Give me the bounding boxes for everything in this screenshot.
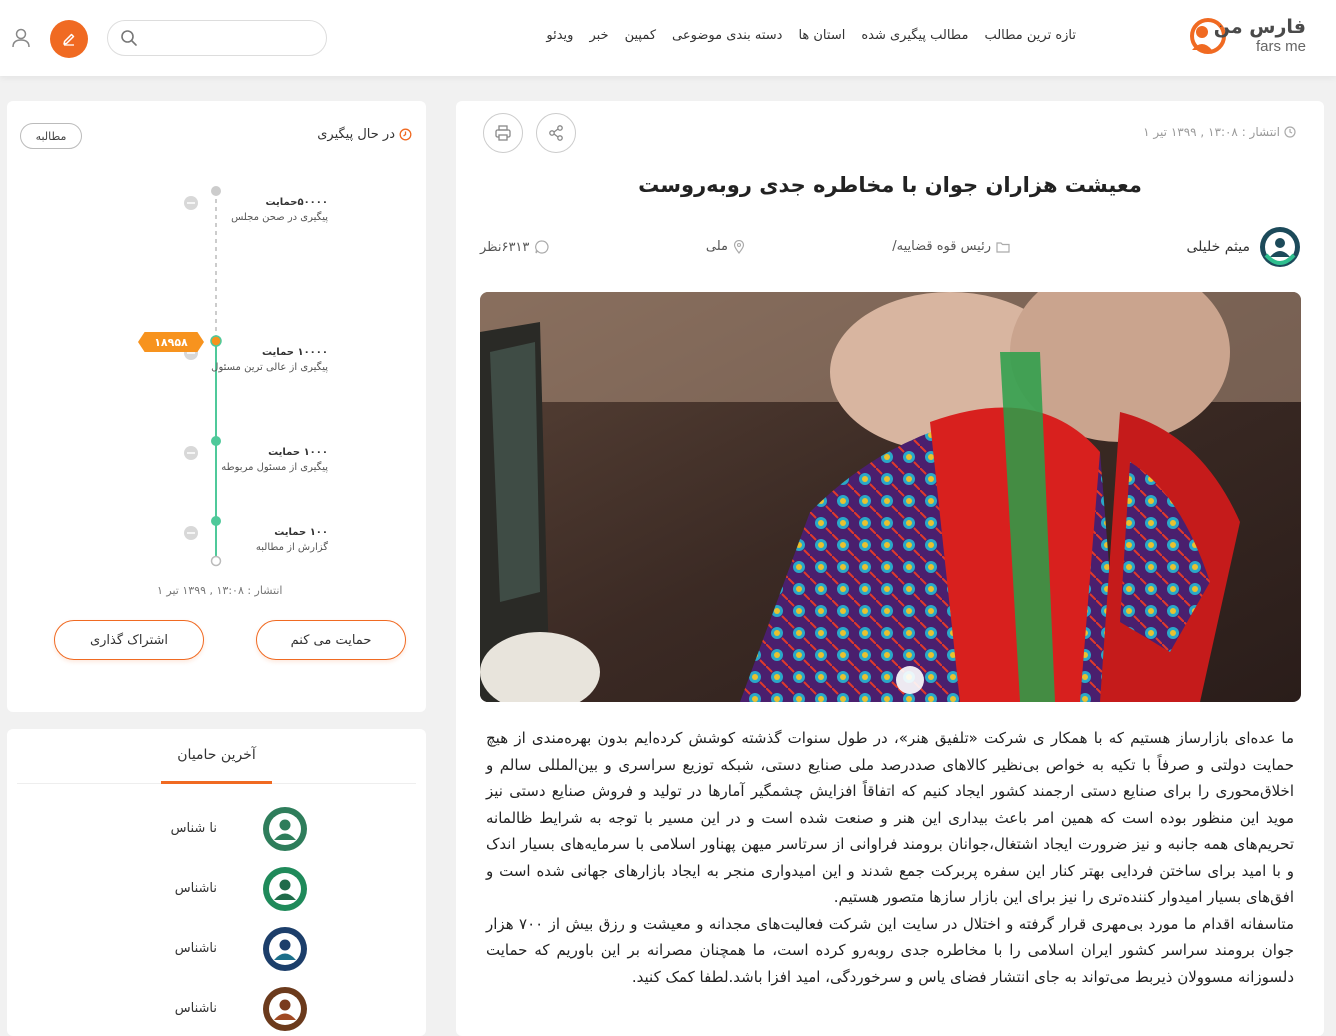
article-paragraph: متاسفانه اقدام ما مورد بی‌مهری قرار گرفت… bbox=[486, 914, 1294, 986]
nav-news[interactable]: خبر bbox=[589, 28, 608, 43]
author-name: میثم خلیلی bbox=[1186, 239, 1250, 255]
nav-followed[interactable]: مطالب پیگیری شده bbox=[861, 28, 968, 43]
timeline-step: ۱۰۰۰۰ حمایت پیگیری از عالی ترین مسئول bbox=[211, 347, 328, 373]
article-title: معیشت هزاران جوان با مخاطره جدی روبه‌روس… bbox=[638, 173, 1142, 197]
supporter-item[interactable]: ناشناس bbox=[7, 987, 426, 1036]
avatar-icon bbox=[263, 807, 307, 851]
avatar-icon bbox=[263, 867, 307, 911]
supporter-item[interactable]: ناشناس bbox=[7, 927, 426, 977]
avatar-icon bbox=[263, 927, 307, 971]
pencil-icon bbox=[63, 33, 75, 46]
top-header: فارس من fars me تازه ترین مطالب مطالب پی… bbox=[0, 0, 1336, 76]
tracking-timeline bbox=[184, 186, 222, 567]
supporter-name: ناشناس bbox=[174, 941, 217, 956]
author-block[interactable]: میثم خلیلی bbox=[1186, 227, 1300, 267]
article-hero-image bbox=[480, 292, 1301, 702]
map-pin-icon bbox=[733, 239, 745, 254]
timeline-dot-end bbox=[210, 555, 222, 567]
write-button[interactable] bbox=[50, 20, 88, 58]
tracking-card: در حال پیگیری مطالبه ۱۸۹۵۸ ۵۰۰۰۰حمایت پی… bbox=[7, 101, 426, 712]
article-paragraph: ما عده‌ای بازارساز هستیم که با همکار ی ش… bbox=[486, 729, 1294, 906]
print-button[interactable] bbox=[483, 113, 523, 153]
supporters-title[interactable]: آخرین حامیان bbox=[7, 747, 426, 763]
share-button[interactable] bbox=[536, 113, 576, 153]
article-body: ما عده‌ای بازارساز هستیم که با همکار ی ش… bbox=[486, 725, 1294, 990]
share-icon bbox=[549, 125, 563, 141]
search-icon[interactable] bbox=[120, 29, 138, 47]
logo-text-fa: فارس من bbox=[1213, 16, 1306, 38]
nav-video[interactable]: ویدئو bbox=[546, 28, 573, 43]
timeline-dot-current bbox=[210, 335, 222, 347]
timeline-step: ۵۰۰۰۰حمایت پیگیری در صحن مجلس bbox=[231, 197, 328, 223]
user-icon[interactable] bbox=[10, 27, 32, 49]
supporter-name: نا شناس bbox=[170, 821, 217, 836]
supporter-name: ناشناس bbox=[174, 1001, 217, 1016]
nav-latest[interactable]: تازه ترین مطالب bbox=[984, 28, 1076, 43]
category-meta[interactable]: رئیس قوه قضاییه/ bbox=[892, 239, 1010, 254]
supporter-item[interactable]: نا شناس bbox=[7, 807, 426, 857]
search-input[interactable] bbox=[142, 27, 317, 49]
timeline-step: ۱۰۰۰ حمایت پیگیری از مسئول مربوطه bbox=[221, 447, 328, 473]
comment-icon bbox=[535, 240, 549, 254]
clock-icon bbox=[1284, 126, 1296, 138]
timeline-dot bbox=[211, 436, 221, 446]
timeline-dot-top bbox=[211, 186, 221, 196]
article-card: انتشار : ۱۳:۰۸ , ۱۳۹۹ تیر ۱ معیشت هزاران… bbox=[456, 101, 1324, 1036]
nav-categories[interactable]: دسته بندی موضوعی bbox=[672, 28, 782, 43]
search-box bbox=[107, 20, 327, 56]
supporter-name: ناشناس bbox=[174, 881, 217, 896]
active-tab-underline bbox=[161, 781, 272, 784]
folder-icon bbox=[996, 241, 1010, 253]
author-avatar-icon bbox=[1260, 227, 1300, 267]
nav-provinces[interactable]: استان ها bbox=[798, 28, 845, 43]
supporter-item[interactable]: ناشناس bbox=[7, 867, 426, 917]
share-demand-button[interactable]: اشتراک گذاری bbox=[54, 620, 204, 660]
fars-me-logo[interactable]: فارس من fars me bbox=[1190, 14, 1306, 62]
timeline-step: ۱۰۰ حمایت گزارش از مطالبه bbox=[255, 527, 328, 553]
comments-meta[interactable]: ۶۳۱۳نظر bbox=[480, 239, 550, 255]
article-meta: میثم خلیلی رئیس قوه قضاییه/ ملی ۶۳۱۳نظر bbox=[480, 227, 1300, 269]
location-meta[interactable]: ملی bbox=[706, 239, 745, 254]
logo-text-en: fars me bbox=[1255, 38, 1306, 55]
main-nav: تازه ترین مطالب مطالب پیگیری شده استان ه… bbox=[546, 28, 1076, 43]
latest-supporters-card: آخرین حامیان نا شناس ناشناس ناشناس ناشنا… bbox=[7, 729, 426, 1036]
avatar-icon bbox=[263, 987, 307, 1031]
printer-icon bbox=[495, 125, 511, 141]
timeline-dot bbox=[211, 516, 221, 526]
publish-date: انتشار : ۱۳:۰۸ , ۱۳۹۹ تیر ۱ bbox=[1143, 125, 1296, 139]
nav-campaign[interactable]: کمپین bbox=[625, 28, 656, 43]
support-button[interactable]: حمایت می کنم bbox=[256, 620, 406, 660]
tracking-date: انتشار : ۱۳:۰۸ , ۱۳۹۹ تیر ۱ bbox=[157, 584, 283, 597]
